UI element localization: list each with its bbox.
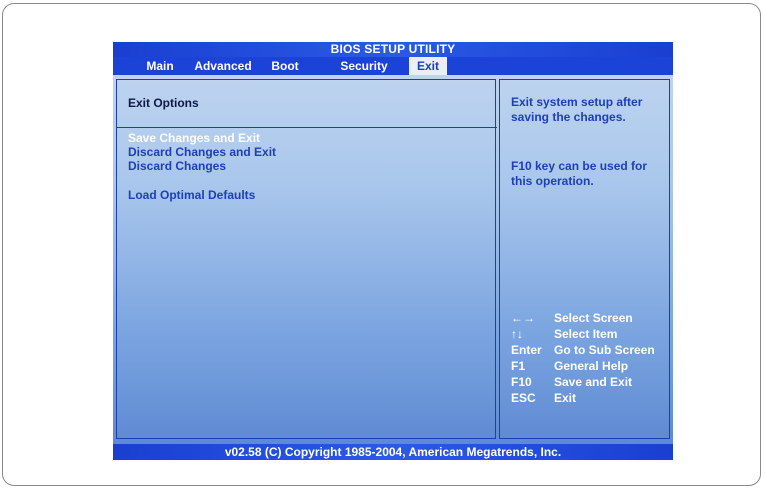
key-label: Enter: [511, 343, 542, 357]
help-panel: Exit system setup after saving the chang…: [499, 79, 670, 439]
help-f10-note: F10 key can be used for this operation.: [511, 159, 648, 188]
tab-boot[interactable]: Boot: [265, 57, 305, 75]
menu-item-discard-changes-and-exit[interactable]: Discard Changes and Exit: [128, 145, 276, 159]
menu-item-save-changes-and-exit[interactable]: Save Changes and Exit: [128, 131, 260, 145]
exit-options-panel: Exit Options Save Changes and Exit Disca…: [116, 79, 497, 439]
key-description: Select Item: [554, 327, 618, 341]
tab-security[interactable]: Security: [329, 57, 399, 75]
section-divider: [117, 127, 497, 128]
key-label: ←→: [511, 311, 535, 325]
key-label: ESC: [511, 391, 536, 405]
section-title: Exit Options: [128, 96, 199, 110]
tab-main[interactable]: Main: [140, 57, 180, 75]
key-label: F10: [511, 375, 532, 389]
help-description: Exit system setup after saving the chang…: [511, 95, 643, 124]
bios-title: BIOS SETUP UTILITY: [113, 42, 673, 57]
key-label: ↑↓: [511, 327, 523, 341]
key-description: General Help: [554, 359, 629, 373]
bios-screen: BIOS SETUP UTILITY Main Advanced Boot Se…: [113, 42, 673, 460]
key-description: Select Screen: [554, 311, 633, 325]
menu-item-discard-changes[interactable]: Discard Changes: [128, 159, 226, 173]
copyright-footer: v02.58 (C) Copyright 1985-2004, American…: [113, 444, 673, 460]
key-description: Exit: [554, 391, 577, 405]
key-description: Save and Exit: [554, 375, 633, 389]
screenshot-frame: BIOS SETUP UTILITY Main Advanced Boot Se…: [2, 3, 761, 486]
key-label: F1: [511, 359, 526, 373]
menu-item-load-optimal-defaults[interactable]: Load Optimal Defaults: [128, 188, 255, 202]
key-description: Go to Sub Screen: [554, 343, 655, 357]
tab-advanced[interactable]: Advanced: [186, 57, 260, 75]
menu-bar: Main Advanced Boot Security Exit: [113, 57, 673, 75]
tab-exit[interactable]: Exit: [409, 57, 447, 75]
